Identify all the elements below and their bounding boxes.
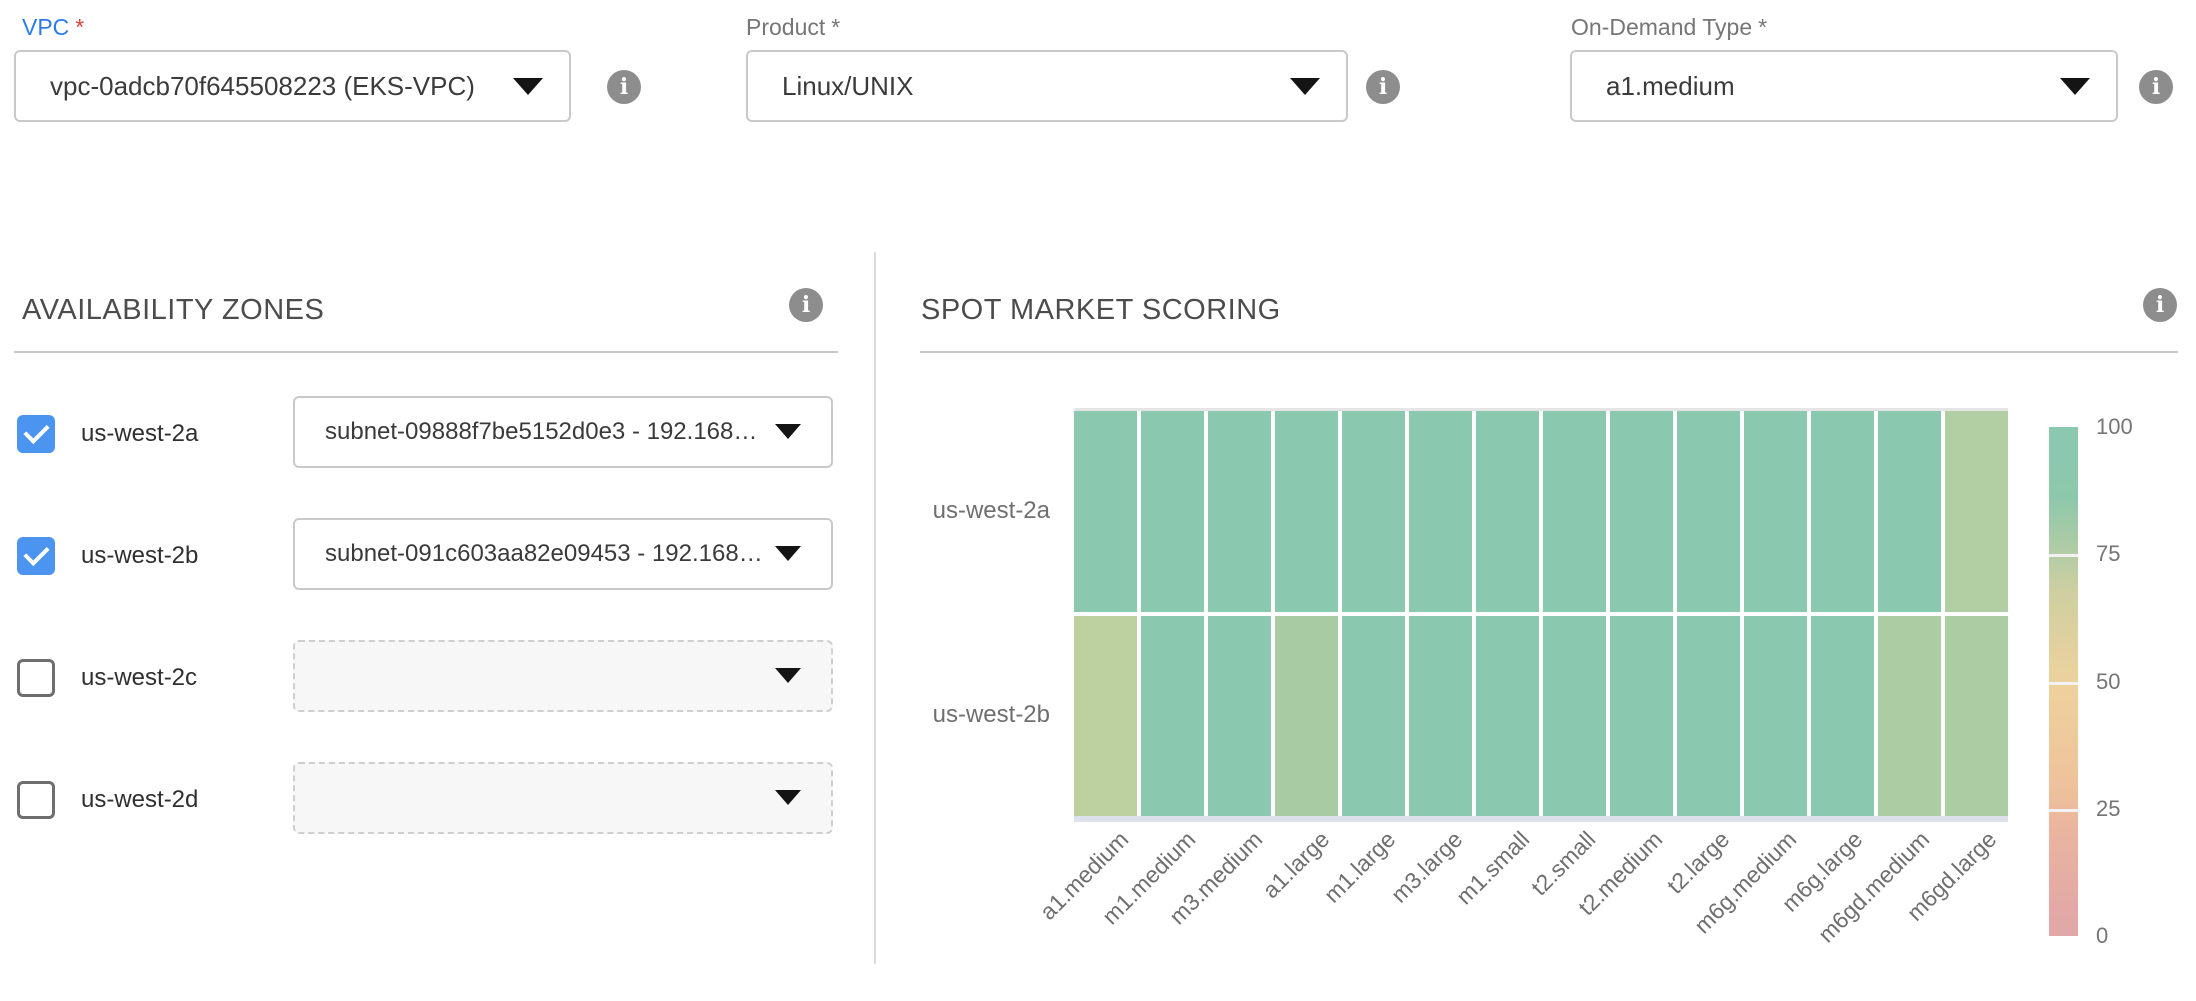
heatmap-cell-us-west-2b-m1.medium bbox=[1141, 616, 1204, 817]
heatmap-cell-us-west-2b-m3.medium bbox=[1208, 616, 1271, 817]
heatmap-cell-us-west-2a-m1.medium bbox=[1141, 411, 1204, 612]
heatmap-cell-us-west-2a-t2.medium bbox=[1610, 411, 1673, 612]
heatmap-cell-us-west-2a-m3.medium bbox=[1208, 411, 1271, 612]
az-checkbox-us-west-2a[interactable] bbox=[17, 415, 55, 453]
colorbar-tick-label-0: 0 bbox=[2096, 922, 2108, 950]
required-asterisk: * bbox=[75, 14, 84, 40]
required-asterisk: * bbox=[831, 14, 840, 40]
heatmap-cell-us-west-2b-t2.medium bbox=[1610, 616, 1673, 817]
heatmap-cell-us-west-2a-t2.large bbox=[1677, 411, 1740, 612]
chevron-down-icon bbox=[775, 790, 801, 805]
az-zone-label: us-west-2b bbox=[81, 542, 198, 570]
heatmap-cell-us-west-2a-m6gd.medium bbox=[1878, 411, 1941, 612]
heatmap-cell-us-west-2b-m3.large bbox=[1409, 616, 1472, 817]
chevron-down-icon bbox=[1290, 78, 1320, 95]
heatmap-cell-us-west-2a-a1.medium bbox=[1074, 411, 1137, 612]
heatmap-cell-us-west-2b-m1.large bbox=[1342, 616, 1405, 817]
heatmap-cell-us-west-2b-m6g.medium bbox=[1744, 616, 1807, 817]
availability-zones-divider bbox=[14, 351, 838, 353]
product-info-icon[interactable]: i bbox=[1366, 70, 1400, 104]
heatmap-x-axis-labels: a1.mediumm1.mediumm3.mediuma1.largem1.la… bbox=[1074, 826, 2008, 964]
heatmap-cell-us-west-2a-t2.small bbox=[1543, 411, 1606, 612]
az-subnet-select-us-west-2d[interactable] bbox=[293, 762, 833, 834]
product-select[interactable]: Linux/UNIX bbox=[746, 50, 1348, 122]
heatmap-cell-us-west-2a-m1.small bbox=[1476, 411, 1539, 612]
colorbar-tick-label-75: 75 bbox=[2096, 540, 2120, 568]
chevron-down-icon bbox=[775, 668, 801, 683]
heatmap-cell-us-west-2b-a1.medium bbox=[1074, 616, 1137, 817]
vpc-label-text: VPC bbox=[22, 14, 69, 40]
az-checkbox-us-west-2c[interactable] bbox=[17, 659, 55, 697]
vpc-select[interactable]: vpc-0adcb70f645508223 (EKS-VPC) bbox=[14, 50, 571, 122]
heatmap-cell-us-west-2b-m6gd.medium bbox=[1878, 616, 1941, 817]
heatmap-row-label-us-west-2a: us-west-2a bbox=[920, 497, 1050, 525]
az-subnet-select-value: subnet-091c603aa82e09453 - 192.168… bbox=[325, 540, 763, 568]
ondemand-type-select[interactable]: a1.medium bbox=[1570, 50, 2118, 122]
availability-zones-section-title: AVAILABILITY ZONES bbox=[22, 294, 324, 327]
heatmap-cell-us-west-2b-m6gd.large bbox=[1945, 616, 2008, 817]
az-zone-label: us-west-2d bbox=[81, 786, 198, 814]
heatmap-cell-us-west-2b-m1.small bbox=[1476, 616, 1539, 817]
chevron-down-icon bbox=[2060, 78, 2090, 95]
vpc-select-value: vpc-0adcb70f645508223 (EKS-VPC) bbox=[50, 71, 475, 102]
heatmap-cell-us-west-2b-m6g.large bbox=[1811, 616, 1874, 817]
ondemand-type-select-value: a1.medium bbox=[1606, 71, 1735, 102]
az-zone-label: us-west-2c bbox=[81, 664, 197, 692]
product-field-label: Product* bbox=[746, 14, 840, 41]
spot-market-scoring-section-title: SPOT MARKET SCORING bbox=[921, 294, 1281, 327]
az-zone-label: us-west-2a bbox=[81, 420, 198, 448]
heatmap-colorbar-labels: 100 75 50 25 0 bbox=[2096, 0, 2176, 964]
heatmap-cell-us-west-2a-m6g.large bbox=[1811, 411, 1874, 612]
vpc-field-label: VPC* bbox=[22, 14, 84, 41]
chevron-down-icon bbox=[775, 424, 801, 439]
heatmap-row-label-us-west-2b: us-west-2b bbox=[920, 701, 1050, 729]
chevron-down-icon bbox=[775, 546, 801, 561]
product-label-text: Product bbox=[746, 14, 825, 40]
vpc-info-icon[interactable]: i bbox=[607, 70, 641, 104]
heatmap-cell-us-west-2a-m6g.medium bbox=[1744, 411, 1807, 612]
az-subnet-select-us-west-2c[interactable] bbox=[293, 640, 833, 712]
product-select-value: Linux/UNIX bbox=[782, 71, 914, 102]
heatmap-cell-us-west-2a-m1.large bbox=[1342, 411, 1405, 612]
heatmap-cell-us-west-2a-m3.large bbox=[1409, 411, 1472, 612]
colorbar-tick-line bbox=[2049, 809, 2078, 812]
colorbar-tick-label-25: 25 bbox=[2096, 795, 2120, 823]
heatmap-cell-us-west-2a-m6gd.large bbox=[1945, 411, 2008, 612]
colorbar-tick-label-50: 50 bbox=[2096, 668, 2120, 696]
spot-market-scoring-divider bbox=[920, 351, 2178, 353]
colorbar-tick-label-100: 100 bbox=[2096, 413, 2133, 441]
colorbar-tick-line bbox=[2049, 682, 2078, 685]
ondemand-label-text: On-Demand Type bbox=[1571, 14, 1752, 40]
chevron-down-icon bbox=[513, 78, 543, 95]
required-asterisk: * bbox=[1758, 14, 1767, 40]
az-subnet-select-us-west-2b[interactable]: subnet-091c603aa82e09453 - 192.168… bbox=[293, 518, 833, 590]
az-checkbox-us-west-2d[interactable] bbox=[17, 781, 55, 819]
colorbar-tick-line bbox=[2049, 554, 2078, 557]
heatmap-cell-us-west-2b-a1.large bbox=[1275, 616, 1338, 817]
heatmap-cell-us-west-2b-t2.small bbox=[1543, 616, 1606, 817]
vertical-panel-divider bbox=[874, 252, 876, 964]
heatmap-cell-us-west-2b-t2.large bbox=[1677, 616, 1740, 817]
availability-zones-info-icon[interactable]: i bbox=[789, 288, 823, 322]
heatmap-colorbar bbox=[2049, 427, 2078, 936]
az-subnet-select-value: subnet-09888f7be5152d0e3 - 192.168… bbox=[325, 418, 757, 446]
az-subnet-select-us-west-2a[interactable]: subnet-09888f7be5152d0e3 - 192.168… bbox=[293, 396, 833, 468]
ondemand-type-field-label: On-Demand Type* bbox=[1571, 14, 1767, 41]
spot-market-scoring-heatmap bbox=[1074, 408, 2008, 822]
az-checkbox-us-west-2b[interactable] bbox=[17, 537, 55, 575]
heatmap-cell-us-west-2a-a1.large bbox=[1275, 411, 1338, 612]
